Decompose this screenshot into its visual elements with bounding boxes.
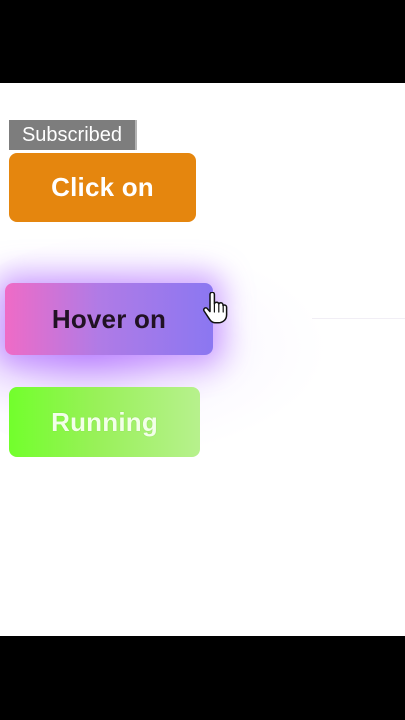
- faint-divider: [312, 318, 405, 319]
- hand-pointer-icon: [202, 292, 228, 324]
- click-on-button[interactable]: Click on: [9, 153, 196, 222]
- page-viewport: Subscribed Click on Hover on Running: [0, 83, 405, 636]
- video-frame: Subscribed Click on Hover on Running: [0, 0, 405, 720]
- cropped-heading: [124, 83, 299, 85]
- subscribed-badge[interactable]: Subscribed: [9, 120, 137, 150]
- running-button[interactable]: Running: [9, 387, 200, 457]
- hover-on-button[interactable]: Hover on: [5, 283, 213, 355]
